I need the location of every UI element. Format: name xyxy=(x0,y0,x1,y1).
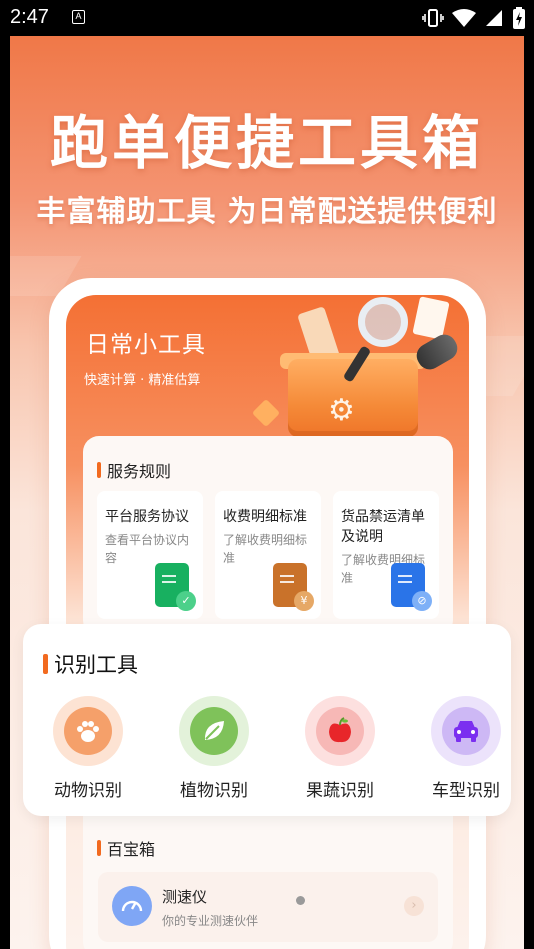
plant-recognition-button[interactable]: 植物识别 xyxy=(159,696,269,801)
rule-desc: 查看平台协议内容 xyxy=(105,533,190,565)
rule-title: 平台服务协议 xyxy=(105,509,189,525)
tool-label: 果蔬识别 xyxy=(306,781,374,801)
status-time: 2:47 xyxy=(10,6,49,28)
leaf-icon xyxy=(190,707,238,755)
recognition-title: 识别工具 xyxy=(54,653,138,677)
document-forbidden-icon: ⊘ xyxy=(391,563,432,611)
gear-icon: ⚙ xyxy=(328,393,355,428)
receipt-yen-icon: ¥ xyxy=(273,563,314,611)
tool-label: 动物识别 xyxy=(54,781,122,801)
tool-label: 植物识别 xyxy=(180,781,248,801)
tool-label: 车型识别 xyxy=(432,781,500,801)
status-bar: 2:47 A xyxy=(0,0,534,36)
rule-desc: 了解收费明细标准 xyxy=(223,533,308,565)
battery-charging-icon xyxy=(513,7,525,29)
cube-illustration xyxy=(251,398,281,428)
speedometer-icon xyxy=(112,886,152,926)
status-icons xyxy=(422,7,526,29)
signal-icon xyxy=(486,10,502,26)
chevron-right-icon[interactable]: › xyxy=(404,896,424,916)
car-recognition-button[interactable]: 车型识别 xyxy=(411,696,521,801)
animal-recognition-button[interactable]: 动物识别 xyxy=(33,696,143,801)
service-rules-title: 服务规则 xyxy=(107,462,172,481)
magnifier-illustration xyxy=(358,297,408,347)
paw-icon xyxy=(64,707,112,755)
hero-title: 跑单便捷工具箱 xyxy=(49,109,484,177)
indicator-dot xyxy=(296,896,305,905)
paper-illustration xyxy=(412,296,450,340)
heading-accent-bar xyxy=(97,462,101,478)
rule-platform-agreement[interactable]: 平台服务协议 查看平台协议内容 ✓ xyxy=(97,491,203,619)
tools-header-title: 日常小工具 xyxy=(86,332,206,358)
service-rules-heading: 服务规则 xyxy=(97,458,171,482)
app-screen: 跑单便捷工具箱 丰富辅助工具 为日常配送提供便利 日常小工具 快速计算 · 精准… xyxy=(10,36,524,949)
rule-prohibited-goods[interactable]: 货品禁运清单及说明 了解收费明细标准 ⊘ xyxy=(333,491,439,619)
document-shield-icon: ✓ xyxy=(155,563,196,611)
rule-fee-standard[interactable]: 收费明细标准 了解收费明细标准 ¥ xyxy=(215,491,321,619)
speedometer-tool-row[interactable]: 测速仪 你的专业测速伙伴 › xyxy=(98,872,438,942)
car-icon xyxy=(442,707,490,755)
notification-a-icon: A xyxy=(72,10,85,24)
heading-accent-bar xyxy=(97,840,101,856)
fruit-recognition-button[interactable]: 果蔬识别 xyxy=(285,696,395,801)
rule-title: 货品禁运清单及说明 xyxy=(341,509,425,545)
apple-icon xyxy=(316,707,364,755)
rule-title: 收费明细标准 xyxy=(223,509,307,525)
recognition-heading: 识别工具 xyxy=(43,649,138,679)
treasure-box-title: 百宝箱 xyxy=(107,840,156,859)
speedometer-name: 测速仪 xyxy=(162,888,208,906)
tools-header-subtitle: 快速计算 · 精准估算 xyxy=(84,373,201,388)
speedometer-desc: 你的专业测速伙伴 xyxy=(162,914,259,928)
heading-accent-bar xyxy=(43,654,48,674)
hero-subtitle: 丰富辅助工具 为日常配送提供便利 xyxy=(36,194,498,228)
vibrate-icon xyxy=(422,9,444,27)
treasure-box-heading: 百宝箱 xyxy=(97,836,155,860)
service-rules-card: 服务规则 平台服务协议 查看平台协议内容 ✓ 收费明细标准 了解收费明细标准 ¥… xyxy=(83,436,453,636)
wifi-icon xyxy=(452,9,476,27)
recognition-tools-card: 识别工具 动物识别 植物识别 果蔬识别 车型识别 xyxy=(23,624,511,816)
